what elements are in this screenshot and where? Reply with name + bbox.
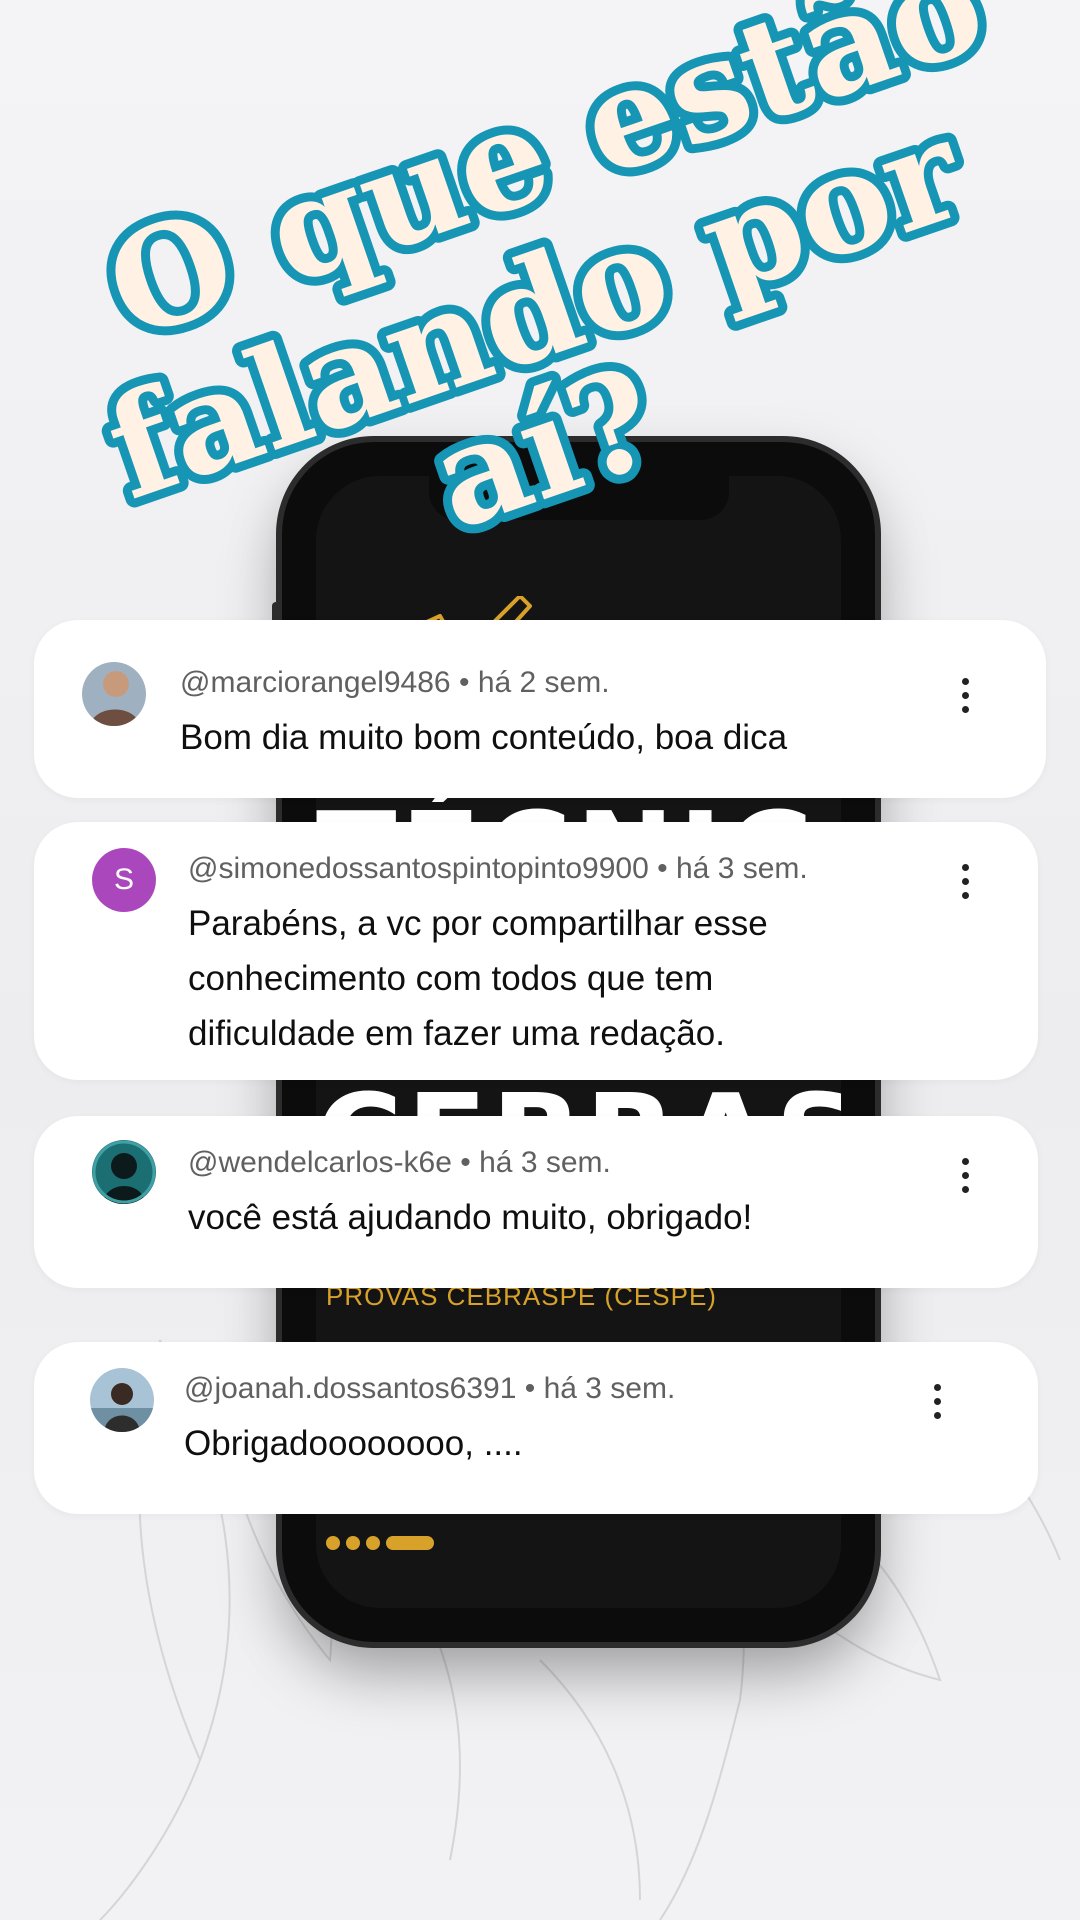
separator: • [460, 1146, 471, 1179]
comment-author[interactable]: @wendelcarlos-k6e [188, 1146, 452, 1179]
avatar[interactable] [90, 1368, 154, 1432]
screen-pagination-dots [326, 1536, 434, 1555]
comment-text: você está ajudando muito, obrigado! [188, 1198, 753, 1237]
comment-author[interactable]: @joanah.dossantos6391 [184, 1372, 516, 1405]
comment-meta: @joanah.dossantos6391 • há 3 sem. [184, 1372, 675, 1406]
avatar[interactable] [92, 1140, 156, 1204]
avatar[interactable]: S [92, 848, 156, 912]
comment-meta: @simonedossantospintopinto9900 • há 3 se… [188, 852, 808, 886]
comment-text: Obrigadoooooooo, .... [184, 1424, 523, 1463]
more-vert-icon[interactable] [962, 864, 970, 904]
avatar[interactable] [82, 662, 146, 726]
comment-meta: @wendelcarlos-k6e • há 3 sem. [188, 1146, 611, 1180]
comment-card: @joanah.dossantos6391 • há 3 sem. Obriga… [34, 1342, 1038, 1514]
comment-card: @marciorangel9486 • há 2 sem. Bom dia mu… [34, 620, 1046, 798]
headline: O que estão falando por aí? [79, 0, 1012, 560]
comment-time[interactable]: há 3 sem. [544, 1372, 676, 1405]
more-vert-icon[interactable] [962, 678, 970, 718]
avatar-letter: S [113, 863, 134, 896]
more-vert-icon[interactable] [962, 1158, 970, 1198]
comment-author[interactable]: @simonedossantospintopinto9900 [188, 852, 649, 885]
comment-time[interactable]: há 3 sem. [479, 1146, 611, 1179]
more-vert-icon[interactable] [934, 1384, 942, 1424]
comment-card: S @simonedossantospintopinto9900 • há 3 … [34, 822, 1038, 1080]
separator: • [524, 1372, 536, 1405]
comment-text: Parabéns, a vc por compartilhar esse con… [188, 904, 768, 1053]
comment-text: Bom dia muito bom conteúdo, boa dica [180, 718, 788, 757]
comment-meta: @marciorangel9486 • há 2 sem. [180, 666, 610, 700]
comment-author[interactable]: @marciorangel9486 [180, 666, 451, 699]
comment-time[interactable]: há 3 sem. [676, 852, 808, 885]
separator: • [458, 666, 470, 699]
separator: • [657, 852, 668, 885]
comment-card: @wendelcarlos-k6e • há 3 sem. você está … [34, 1116, 1038, 1288]
comment-time[interactable]: há 2 sem. [478, 666, 610, 699]
